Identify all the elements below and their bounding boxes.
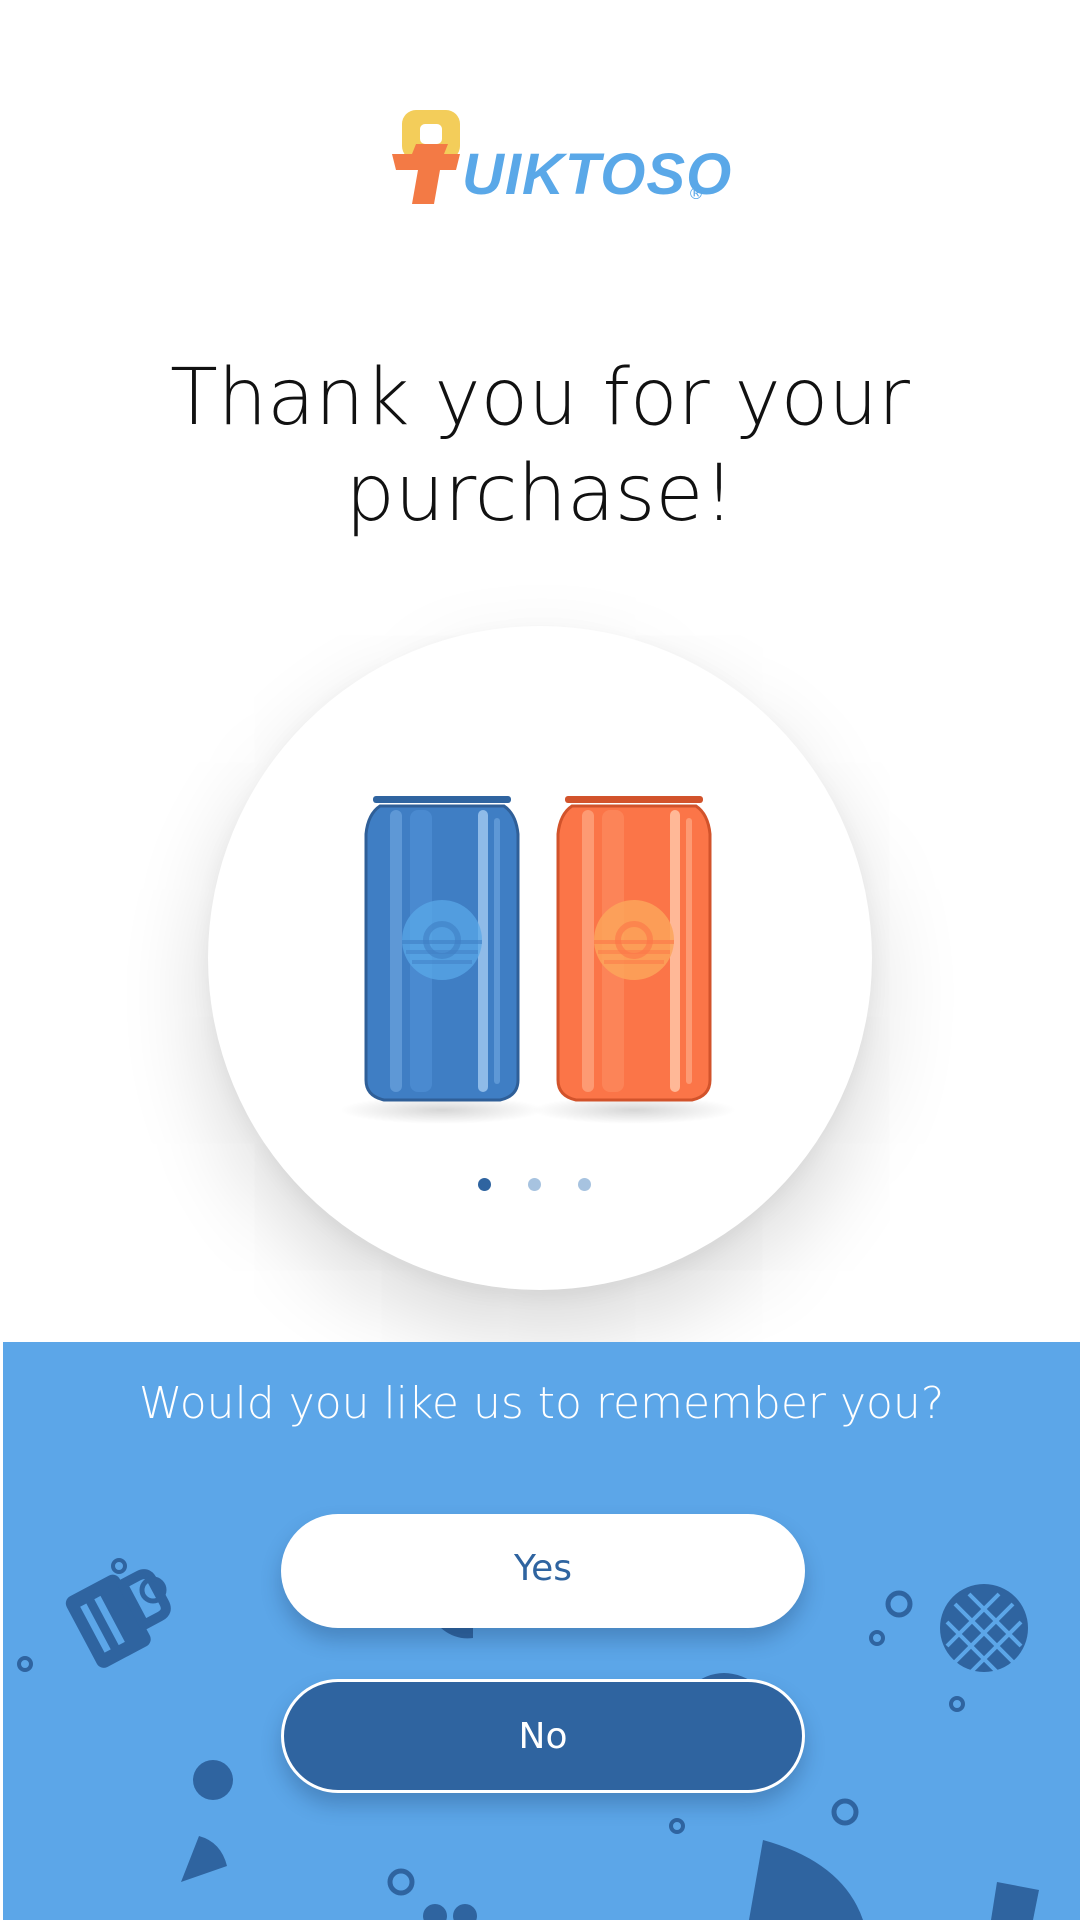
page-title-line-2: purchase! [345,449,735,539]
product-cans [340,796,736,1124]
carousel-dot[interactable] [578,1178,591,1191]
no-button[interactable]: No [281,1679,805,1793]
carousel-dot[interactable] [478,1178,491,1191]
carousel-dot[interactable] [528,1178,541,1191]
page-title: Thank you for your purchase! [100,350,980,542]
logo-mark-icon [392,110,460,204]
brand-logo: UIKTOSO ® [390,108,731,208]
orange-can-icon [532,796,736,1124]
beer-mug-icon [65,1569,171,1668]
remember-me-panel: Would you like us to remember you? Yes N… [3,1342,1080,1920]
registered-mark: ® [688,184,704,203]
blue-can-icon [340,796,544,1124]
carousel-pagination[interactable] [478,1178,602,1194]
waffle-cookie-icon [940,1584,1028,1674]
purchase-confirmation-screen: UIKTOSO ® Thank you for your purchase! W… [0,0,1080,1920]
page-title-line-1: Thank you for your [170,353,910,443]
yes-button[interactable]: Yes [281,1514,805,1628]
remember-question: Would you like us to remember you? [138,1378,945,1429]
